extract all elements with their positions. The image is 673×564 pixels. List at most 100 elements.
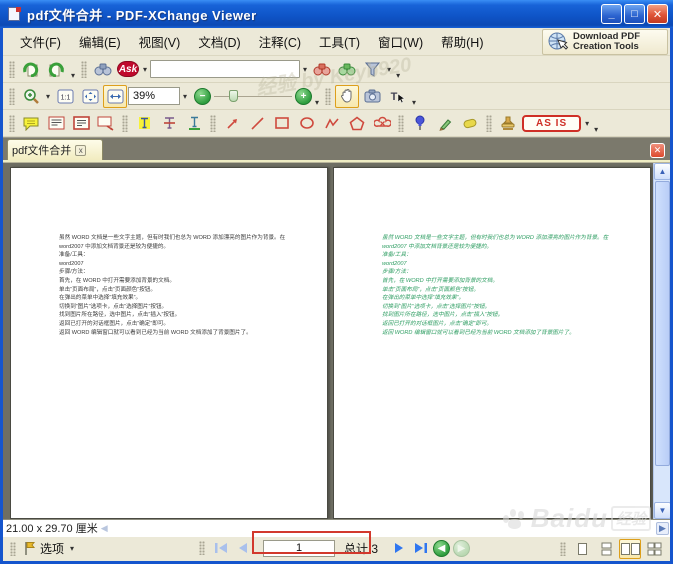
- filter-dropdown-icon[interactable]: ▾: [385, 65, 393, 74]
- highlight-text-button[interactable]: [132, 112, 156, 135]
- actual-size-button[interactable]: 1:1: [53, 85, 77, 108]
- typewriter-button[interactable]: [44, 112, 68, 135]
- menu-help[interactable]: 帮助(H): [432, 28, 492, 55]
- next-view-button[interactable]: ▶: [453, 539, 471, 557]
- pencil-tool-button[interactable]: [433, 112, 457, 135]
- underline-text-button[interactable]: [182, 112, 206, 135]
- menu-file[interactable]: 文件(F): [11, 28, 70, 55]
- flag-icon: [25, 542, 36, 555]
- options-dropdown-icon[interactable]: ▾: [68, 544, 76, 553]
- menu-view[interactable]: 视图(V): [130, 28, 190, 55]
- menu-tools[interactable]: 工具(T): [310, 28, 369, 55]
- stamp-preview-button[interactable]: AS IS: [521, 112, 582, 135]
- toolbar-grip[interactable]: [398, 114, 404, 132]
- two-page-view-button[interactable]: [619, 539, 641, 559]
- fit-page-button[interactable]: [78, 85, 102, 108]
- ask-dropdown-icon[interactable]: ▾: [141, 65, 149, 74]
- eraser-tool-button[interactable]: [458, 112, 482, 135]
- zoom-level-dropdown-icon[interactable]: ▾: [181, 92, 189, 101]
- tab-pdf-merge[interactable]: pdf文件合并 x: [7, 139, 103, 160]
- document-area[interactable]: 虽然 WORD 文档是一些文字主题，但有时我们也总为 WORD 添加漂亮的图片作…: [3, 163, 670, 519]
- nav-grip[interactable]: [199, 541, 205, 555]
- arrow-tool-button[interactable]: [220, 112, 244, 135]
- tab-close-icon[interactable]: x: [75, 144, 87, 156]
- scroll-right-icon[interactable]: ▶: [656, 521, 669, 535]
- vertical-scrollbar[interactable]: ▲ ▼: [653, 163, 670, 519]
- ask-search-button[interactable]: Ask: [116, 58, 140, 81]
- snapshot-button[interactable]: [360, 85, 384, 108]
- strikeout-text-button[interactable]: [157, 112, 181, 135]
- stamp-dropdown-icon[interactable]: ▾: [583, 119, 591, 128]
- oval-tool-button[interactable]: [295, 112, 319, 135]
- continuous-view-button[interactable]: [595, 539, 617, 559]
- zoom-overflow-icon[interactable]: ▾: [313, 98, 321, 109]
- attach-file-button[interactable]: [408, 112, 432, 135]
- toolbar-grip[interactable]: [325, 87, 332, 105]
- search-dropdown-icon[interactable]: ▾: [301, 65, 309, 74]
- as-is-stamp-label: AS IS: [522, 114, 582, 132]
- rotate-cw-button[interactable]: [44, 58, 68, 81]
- scroll-up-icon[interactable]: ▲: [654, 163, 670, 180]
- zoom-tool-button[interactable]: [19, 85, 43, 108]
- search-previous-button[interactable]: [310, 58, 334, 81]
- download-pdf-tools-button[interactable]: Download PDF Creation Tools: [542, 29, 668, 55]
- page-1[interactable]: 虽然 WORD 文档是一些文字主题，但有时我们也总为 WORD 添加漂亮的图片作…: [10, 167, 328, 519]
- toolbar-grip[interactable]: [9, 87, 15, 105]
- find-button[interactable]: [91, 58, 115, 81]
- maximize-button[interactable]: □: [624, 4, 645, 24]
- zoom-slider[interactable]: [214, 87, 293, 105]
- document-close-button[interactable]: ✕: [650, 143, 665, 158]
- toolbar-grip[interactable]: [9, 114, 15, 132]
- fit-width-button[interactable]: [103, 84, 128, 108]
- close-button[interactable]: ✕: [647, 4, 668, 24]
- menu-window[interactable]: 窗口(W): [369, 28, 432, 55]
- zoom-level-combobox[interactable]: 39%: [128, 87, 181, 105]
- previous-page-button[interactable]: [233, 539, 252, 557]
- zoom-slider-thumb[interactable]: [229, 90, 239, 102]
- menu-document[interactable]: 文档(D): [189, 28, 249, 55]
- callout-button[interactable]: [94, 112, 118, 135]
- zoom-tool-dropdown-icon[interactable]: ▾: [44, 92, 52, 101]
- page-2[interactable]: 虽然 WORD 文档是一些文字主题，但有时我们也总为 WORD 添加漂亮的图片作…: [333, 167, 651, 519]
- search-next-button[interactable]: [335, 58, 359, 81]
- filter-button[interactable]: [360, 58, 384, 81]
- sticky-note-button[interactable]: [19, 112, 43, 135]
- options-control[interactable]: 选项 ▾: [7, 540, 76, 557]
- toolbar-grip[interactable]: [81, 60, 88, 78]
- previous-view-button[interactable]: ◀: [433, 539, 451, 557]
- select-text-button[interactable]: T: [385, 85, 409, 108]
- stamp-tool-button[interactable]: [496, 112, 520, 135]
- line-tool-button[interactable]: [245, 112, 269, 135]
- last-page-button[interactable]: [411, 539, 430, 557]
- toolbar-overflow-icon[interactable]: ▾: [394, 71, 402, 82]
- rotate-ccw-button[interactable]: [19, 58, 43, 81]
- layout-grip[interactable]: [560, 542, 566, 556]
- toolbar-grip[interactable]: [9, 60, 15, 78]
- scroll-down-icon[interactable]: ▼: [654, 502, 670, 519]
- select-overflow-icon[interactable]: ▾: [410, 98, 418, 109]
- zoom-out-button[interactable]: −: [194, 87, 212, 105]
- menu-edit[interactable]: 编辑(E): [70, 28, 130, 55]
- single-page-view-button[interactable]: [571, 539, 593, 559]
- comment-overflow-icon[interactable]: ▾: [592, 125, 600, 136]
- first-page-button[interactable]: [211, 539, 230, 557]
- zoom-in-button[interactable]: +: [295, 87, 313, 105]
- cloud-tool-button[interactable]: [370, 112, 394, 135]
- two-page-continuous-view-button[interactable]: [643, 539, 665, 559]
- rectangle-tool-button[interactable]: [270, 112, 294, 135]
- next-page-button[interactable]: [389, 539, 408, 557]
- toolbar-grip[interactable]: [210, 114, 216, 132]
- vertical-scrollbar-thumb[interactable]: [655, 181, 670, 466]
- statusbar-grip[interactable]: [10, 541, 16, 556]
- polyline-tool-button[interactable]: [320, 112, 344, 135]
- rotate-dropdown-icon[interactable]: ▾: [69, 71, 77, 82]
- menu-comments[interactable]: 注释(C): [250, 28, 310, 55]
- scroll-left-icon[interactable]: ◀: [98, 522, 111, 535]
- textbox-button[interactable]: [69, 112, 93, 135]
- toolbar-grip[interactable]: [122, 114, 128, 132]
- toolbar-grip[interactable]: [486, 114, 492, 132]
- hand-tool-button[interactable]: [335, 84, 360, 108]
- polygon-tool-button[interactable]: [345, 112, 369, 135]
- minimize-button[interactable]: _: [601, 4, 622, 24]
- search-input[interactable]: [150, 60, 301, 78]
